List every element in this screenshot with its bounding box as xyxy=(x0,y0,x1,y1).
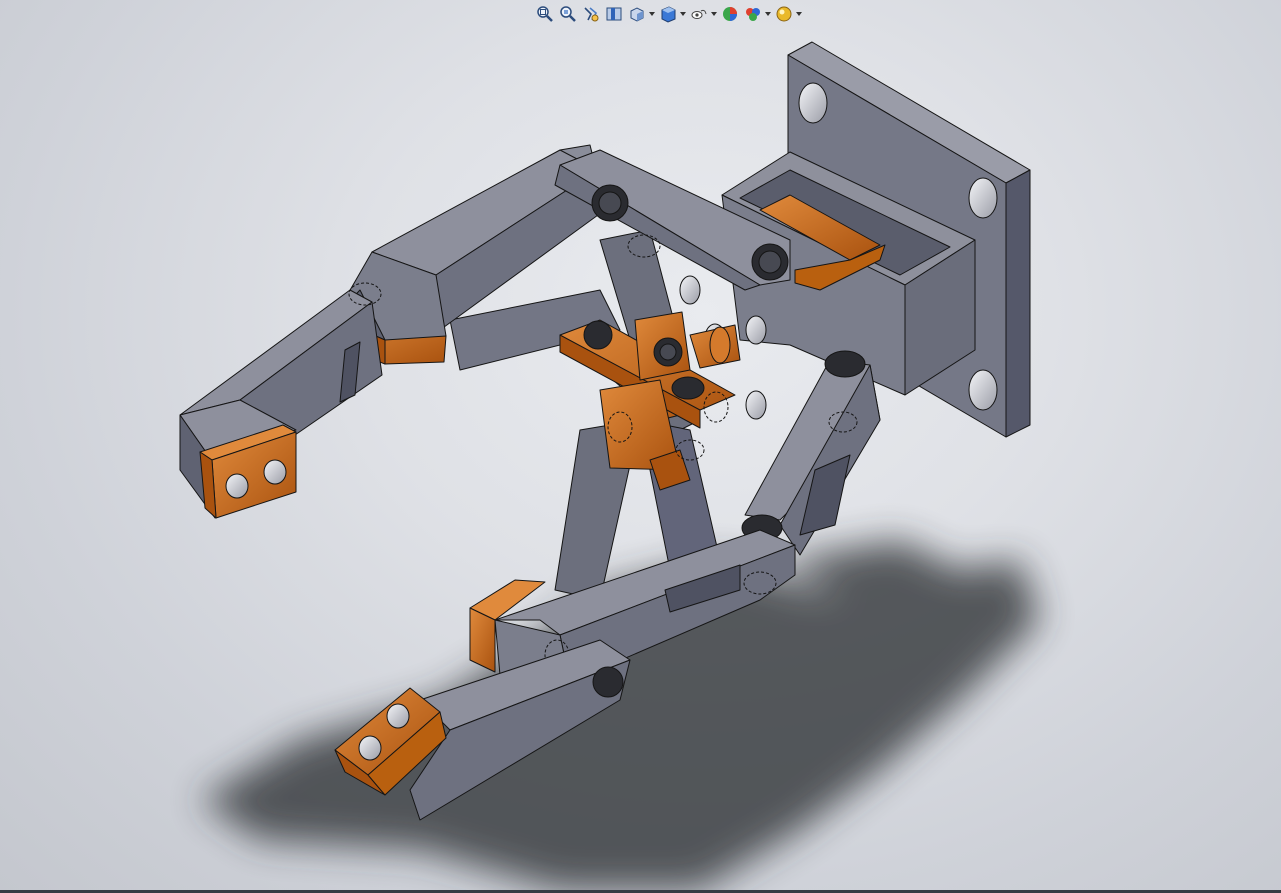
gripper-assembly-model[interactable] xyxy=(0,0,1281,890)
chevron-down-icon xyxy=(711,12,717,16)
zoom-to-fit-icon xyxy=(537,6,553,22)
hide-show-items-dropdown[interactable] xyxy=(688,3,718,25)
mount-hole xyxy=(968,177,998,219)
chevron-down-icon xyxy=(680,12,686,16)
mount-plate-side xyxy=(1005,169,1031,438)
view-settings-icon xyxy=(776,6,792,22)
graphics-area[interactable] xyxy=(0,0,1281,890)
hide-show-items-icon xyxy=(691,9,707,19)
view-orientation-icon xyxy=(630,7,644,22)
heads-up-view-toolbar xyxy=(534,3,803,25)
edit-appearance-icon xyxy=(723,7,737,21)
view-orientation-dropdown[interactable] xyxy=(626,3,656,25)
view-settings-dropdown[interactable] xyxy=(773,3,803,25)
edit-appearance-button[interactable] xyxy=(719,3,741,25)
zoom-to-area-button[interactable] xyxy=(557,3,579,25)
zoom-to-area-icon xyxy=(560,6,576,22)
mount-hole xyxy=(968,369,998,411)
section-view-icon xyxy=(606,7,622,21)
apply-scene-dropdown[interactable] xyxy=(742,3,772,25)
chevron-down-icon xyxy=(649,12,655,16)
chevron-down-icon xyxy=(765,12,771,16)
zoom-to-fit-button[interactable] xyxy=(534,3,556,25)
display-style-icon xyxy=(661,6,676,23)
section-view-button[interactable] xyxy=(603,3,625,25)
previous-view-icon xyxy=(584,7,599,22)
display-style-dropdown[interactable] xyxy=(657,3,687,25)
previous-view-button[interactable] xyxy=(580,3,602,25)
mount-hole xyxy=(798,82,828,124)
chevron-down-icon xyxy=(796,12,802,16)
apply-scene-icon xyxy=(746,8,760,21)
